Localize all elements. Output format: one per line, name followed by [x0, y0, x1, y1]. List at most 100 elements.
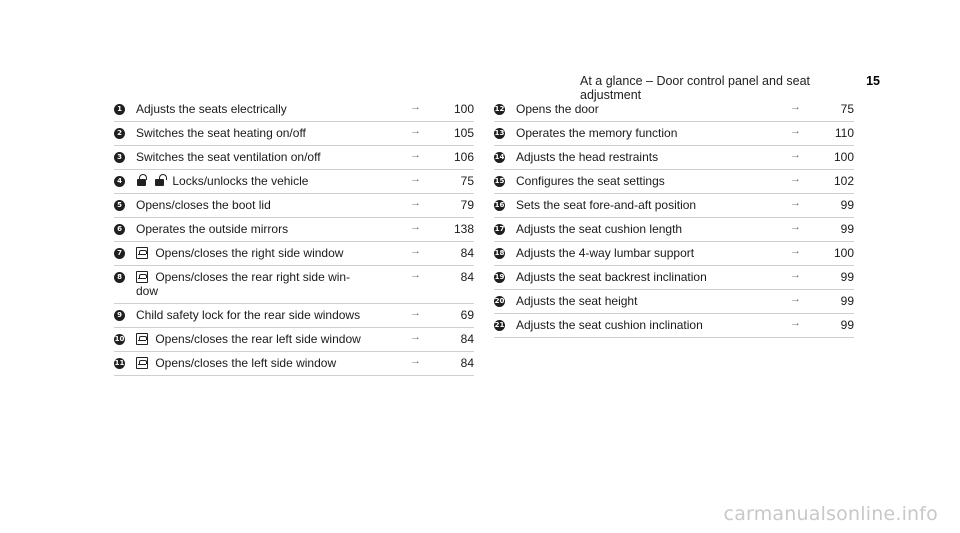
page-ref-number: 99	[840, 198, 854, 212]
legend-row: 4 Locks/unlocks the vehicle → 75	[114, 170, 474, 194]
arrow-icon: →	[790, 101, 801, 113]
legend-text: Operates the outside mirrors	[136, 222, 289, 236]
page-ref-number: 99	[840, 318, 854, 332]
legend-row: 5 Opens/closes the boot lid → 79	[114, 194, 474, 218]
legend-text: Adjusts the seats electrically	[136, 102, 287, 116]
legend-row: 10 Opens/closes the rear left side windo…	[114, 328, 474, 352]
callout-marker: 20	[494, 296, 505, 307]
legend-text: Adjusts the seat cushion length	[516, 222, 683, 236]
page-reference[interactable]: → 100	[784, 245, 854, 261]
page-reference[interactable]: → 75	[404, 174, 474, 189]
callout-marker: 18	[494, 248, 505, 259]
page-reference[interactable]: → 138	[404, 221, 474, 237]
page-reference[interactable]: → 84	[404, 245, 474, 261]
legend-text: Opens/closes the rear right side win-dow	[136, 270, 351, 298]
legend-text: Operates the memory function	[516, 126, 678, 140]
legend-text: Opens/closes the right side window	[136, 246, 404, 260]
arrow-icon: →	[790, 317, 801, 329]
page-reference[interactable]: → 84	[404, 270, 474, 285]
window-switch-icon	[136, 333, 148, 345]
arrow-icon: →	[790, 245, 801, 257]
legend-row: 18 Adjusts the 4-way lumbar support → 100	[494, 242, 854, 266]
page-reference[interactable]: → 99	[784, 269, 854, 285]
page-ref-number: 75	[840, 102, 854, 116]
callout-marker: 10	[114, 334, 125, 345]
arrow-icon: →	[790, 221, 801, 233]
page-ref-number: 106	[453, 150, 474, 164]
page-reference[interactable]: → 100	[404, 101, 474, 117]
watermark: carmanualsonline.info	[723, 503, 938, 525]
callout-marker: 13	[494, 128, 505, 139]
callout-marker: 14	[494, 152, 505, 163]
page-ref-number: 100	[833, 246, 854, 260]
callout-marker: 8	[114, 272, 130, 283]
legend-text: Adjusts the seat cushion inclination	[516, 318, 703, 332]
callout-marker: 7	[114, 248, 130, 259]
legend-row: 3 Switches the seat ventilation on/off →…	[114, 146, 474, 170]
legend-row: 21 Adjusts the seat cushion inclination …	[494, 314, 854, 338]
legend-text: Opens the door	[516, 102, 599, 116]
page-reference[interactable]: → 106	[404, 149, 474, 165]
page-reference[interactable]: → 110	[784, 125, 854, 141]
page-reference[interactable]: → 99	[784, 221, 854, 237]
left-legend-column: 1 Adjusts the seats electrically → 100 2 …	[114, 98, 474, 376]
page-reference[interactable]: → 100	[784, 150, 854, 165]
page-reference[interactable]: → 75	[784, 101, 854, 117]
page-ref-number: 84	[460, 270, 474, 284]
page-reference[interactable]: → 105	[404, 126, 474, 141]
page-ref-number: 99	[840, 270, 854, 284]
callout-marker: 19	[494, 272, 505, 283]
legend-row: 15 Configures the seat settings → 102	[494, 170, 854, 194]
callout-marker: 6	[114, 224, 130, 235]
callout-marker: 11	[114, 358, 125, 369]
legend-row: 12 Opens the door → 75	[494, 98, 854, 122]
page-ref-number: 84	[460, 332, 474, 346]
lock-icon	[137, 174, 147, 186]
callout-marker: 4	[114, 176, 130, 187]
legend-text: Switches the seat heating on/off	[136, 126, 306, 140]
page-reference[interactable]: → 84	[404, 332, 474, 347]
arrow-icon: →	[410, 197, 421, 209]
page-reference[interactable]: → 99	[784, 317, 854, 333]
page-reference[interactable]: → 84	[404, 356, 474, 371]
page-ref-number: 99	[840, 294, 854, 308]
page-ref-number: 79	[460, 198, 474, 212]
window-switch-icon	[136, 271, 148, 283]
arrow-icon: →	[410, 245, 421, 257]
page-reference[interactable]: → 99	[784, 197, 854, 213]
arrow-icon: →	[790, 125, 801, 137]
callout-marker: 12	[494, 104, 505, 115]
arrow-icon: →	[790, 269, 801, 281]
legend-row: 7 Opens/closes the right side window → 84	[114, 242, 474, 266]
callout-marker: 17	[494, 224, 505, 235]
page-reference[interactable]: → 69	[404, 307, 474, 323]
page-ref-number: 100	[453, 102, 474, 116]
callout-marker: 15	[494, 176, 505, 187]
arrow-icon: →	[410, 221, 421, 233]
arrow-icon: →	[410, 307, 421, 319]
page-ref-number: 99	[840, 222, 854, 236]
page-reference[interactable]: → 99	[784, 294, 854, 309]
legend-row: 1 Adjusts the seats electrically → 100	[114, 98, 474, 122]
arrow-icon: →	[790, 197, 801, 209]
legend-text: Adjusts the head restraints	[516, 150, 659, 164]
legend-row: 8 Opens/closes the rear right side win-d…	[114, 266, 474, 304]
page-ref-number: 110	[834, 126, 854, 140]
arrow-icon: →	[410, 149, 421, 161]
arrow-icon: →	[790, 173, 801, 185]
page-ref-number: 75	[460, 174, 474, 188]
legend-row: 13 Operates the memory function → 110	[494, 122, 854, 146]
legend-text: Opens/closes the rear left side window	[136, 332, 404, 346]
callout-marker: 16	[494, 200, 505, 211]
arrow-icon: →	[410, 101, 421, 113]
page-reference[interactable]: → 79	[404, 197, 474, 213]
page-reference[interactable]: → 102	[784, 173, 854, 189]
page-number: 15	[866, 74, 880, 88]
callout-marker: 9	[114, 310, 130, 321]
legend-text: Sets the seat fore-and-aft position	[516, 198, 697, 212]
callout-marker: 1	[114, 104, 130, 115]
legend-text: Adjusts the seat height	[516, 294, 638, 308]
legend-text: Locks/unlocks the vehicle	[136, 174, 404, 188]
window-switch-icon	[136, 247, 148, 259]
legend-text: Configures the seat settings	[516, 174, 665, 188]
